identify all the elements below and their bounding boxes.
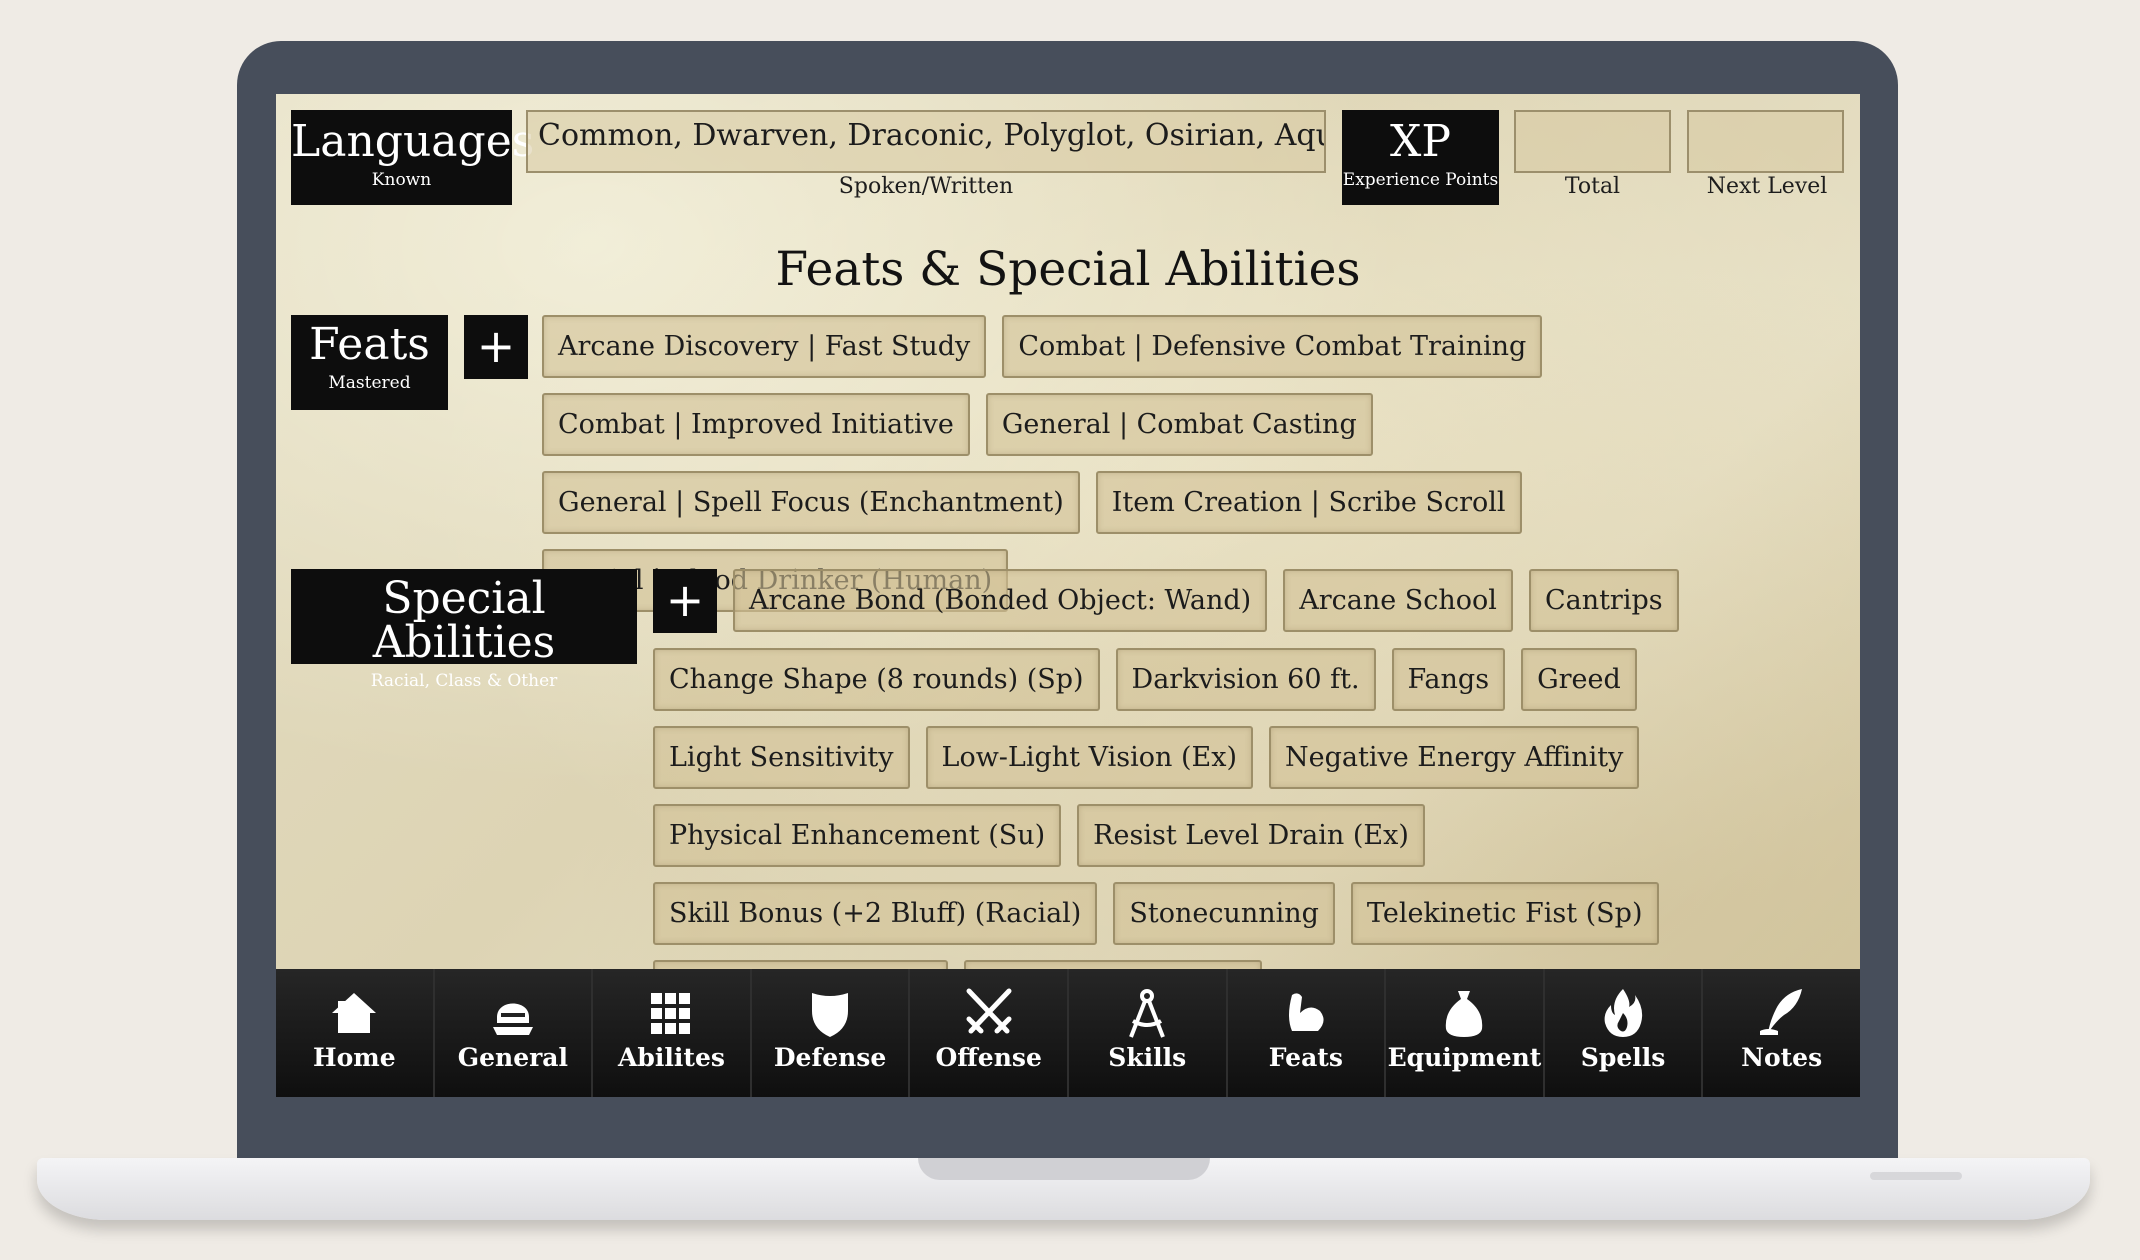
feat-chip[interactable]: Combat | Defensive Combat Training	[1002, 315, 1543, 378]
crossed-swords-icon	[961, 987, 1017, 1039]
feats-label: Feats Mastered	[291, 315, 448, 410]
nav-label: Equipment	[1387, 1043, 1542, 1072]
languages-label: Languages Known	[291, 110, 535, 205]
special-ability-chip[interactable]: Resist Level Drain (Ex)	[1077, 804, 1425, 867]
special-ability-chip[interactable]: Physical Enhancement (Su)	[653, 804, 1062, 867]
nav-item-notes[interactable]: Notes	[1703, 969, 1860, 1097]
xp-total-input[interactable]	[1514, 110, 1671, 173]
nav-item-feats[interactable]: Feats	[1227, 969, 1387, 1097]
nav-item-equipment[interactable]: Equipment	[1386, 969, 1545, 1097]
special-ability-chip[interactable]: Skill Bonus (+2 Bluff) (Racial)	[653, 882, 1098, 945]
special-ability-chip[interactable]: Cantrips	[1528, 569, 1679, 632]
nav-item-spells[interactable]: Spells	[1544, 969, 1704, 1097]
nav-item-general[interactable]: General	[434, 969, 594, 1097]
special-ability-chip[interactable]: Telekinetic Fist (Sp)	[1350, 882, 1659, 945]
special-abilities-label: Special Abilities Racial, Class & Other	[291, 569, 637, 691]
add-feat-button[interactable]: +	[464, 315, 528, 379]
nav-label: Home	[312, 1043, 396, 1072]
nav-label: Offense	[935, 1043, 1042, 1072]
xp-next-level-input[interactable]	[1687, 110, 1844, 173]
nav-label: Notes	[1741, 1043, 1823, 1072]
feats-sublabel: Mastered	[328, 373, 411, 393]
laptop-slot	[1870, 1172, 1962, 1180]
special-ability-chip[interactable]: Stonecunning	[1113, 882, 1335, 945]
xp-total-caption: Total	[1564, 174, 1621, 199]
nav-item-home[interactable]: Home	[276, 969, 435, 1097]
xp-label: XP Experience Points	[1342, 110, 1499, 205]
languages-caption: Spoken/Written	[838, 174, 1014, 199]
special-abilities-title: Special Abilities	[372, 573, 556, 668]
nav-item-offense[interactable]: Offense	[910, 969, 1069, 1097]
special-ability-chip[interactable]: Light Sensitivity	[653, 726, 910, 789]
languages-sublabel: Known	[371, 170, 432, 190]
feats-title: Feats	[309, 319, 430, 370]
compass-icon	[1119, 987, 1175, 1039]
nav-label: Defense	[773, 1043, 887, 1072]
special-abilities-first-row: Arcane Bond (Bonded Object: Wand) Arcane …	[733, 569, 1843, 632]
shield-icon	[802, 987, 858, 1039]
feat-chip[interactable]: Arcane Discovery | Fast Study	[542, 315, 987, 378]
special-ability-chip[interactable]: Arcane School	[1283, 569, 1513, 632]
quill-icon	[1754, 987, 1810, 1039]
special-ability-chip[interactable]: Fangs	[1391, 648, 1506, 711]
flexed-arm-icon	[1278, 987, 1334, 1039]
special-abilities-sublabel: Racial, Class & Other	[370, 671, 558, 691]
helmet-icon	[485, 987, 541, 1039]
xp-next-level-caption: Next Level	[1706, 174, 1828, 199]
xp-title: XP	[1390, 116, 1451, 167]
feats-list: Arcane Discovery | Fast Study Combat | De…	[542, 315, 1652, 612]
home-icon	[326, 987, 382, 1039]
section-title: Feats & Special Abilities	[775, 242, 1361, 297]
nav-label: Skills	[1108, 1043, 1187, 1072]
xp-sublabel: Experience Points	[1342, 170, 1499, 190]
nav-label: Spells	[1580, 1043, 1666, 1072]
grid-icon	[643, 987, 699, 1039]
languages-title: Languages	[291, 116, 535, 167]
feat-chip[interactable]: General | Combat Casting	[985, 393, 1373, 456]
special-ability-chip[interactable]: Negative Energy Affinity	[1269, 726, 1640, 789]
special-ability-chip[interactable]: Greed	[1521, 648, 1637, 711]
nav-item-defense[interactable]: Defense	[751, 969, 911, 1097]
bottom-nav: Home General Abilites Defense Offense Skills F…	[276, 969, 1860, 1097]
languages-input[interactable]: Common, Dwarven, Draconic, Polyglot, Osi…	[526, 110, 1326, 173]
flame-icon	[1595, 987, 1651, 1039]
app-screen: Languages Known Common, Dwarven, Draconi…	[276, 94, 1860, 1097]
special-abilities-list: Change Shape (8 rounds) (Sp) Darkvision 6…	[653, 648, 1753, 1023]
feat-chip[interactable]: Combat | Improved Initiative	[542, 393, 970, 456]
special-ability-chip[interactable]: Low-Light Vision (Ex)	[925, 726, 1253, 789]
add-special-ability-button[interactable]: +	[653, 569, 717, 633]
laptop-notch	[918, 1158, 1210, 1180]
nav-label: Abilites	[618, 1043, 725, 1072]
special-ability-chip[interactable]: Arcane Bond (Bonded Object: Wand)	[733, 569, 1268, 632]
nav-item-abilites[interactable]: Abilites	[593, 969, 752, 1097]
special-ability-chip[interactable]: Change Shape (8 rounds) (Sp)	[653, 648, 1100, 711]
feat-chip[interactable]: General | Spell Focus (Enchantment)	[542, 471, 1080, 534]
special-ability-chip[interactable]: Darkvision 60 ft.	[1115, 648, 1376, 711]
nav-label: Feats	[1268, 1043, 1343, 1072]
feat-chip[interactable]: Item Creation | Scribe Scroll	[1095, 471, 1522, 534]
nav-item-skills[interactable]: Skills	[1068, 969, 1228, 1097]
sack-icon	[1436, 987, 1492, 1039]
nav-label: General	[457, 1043, 568, 1072]
